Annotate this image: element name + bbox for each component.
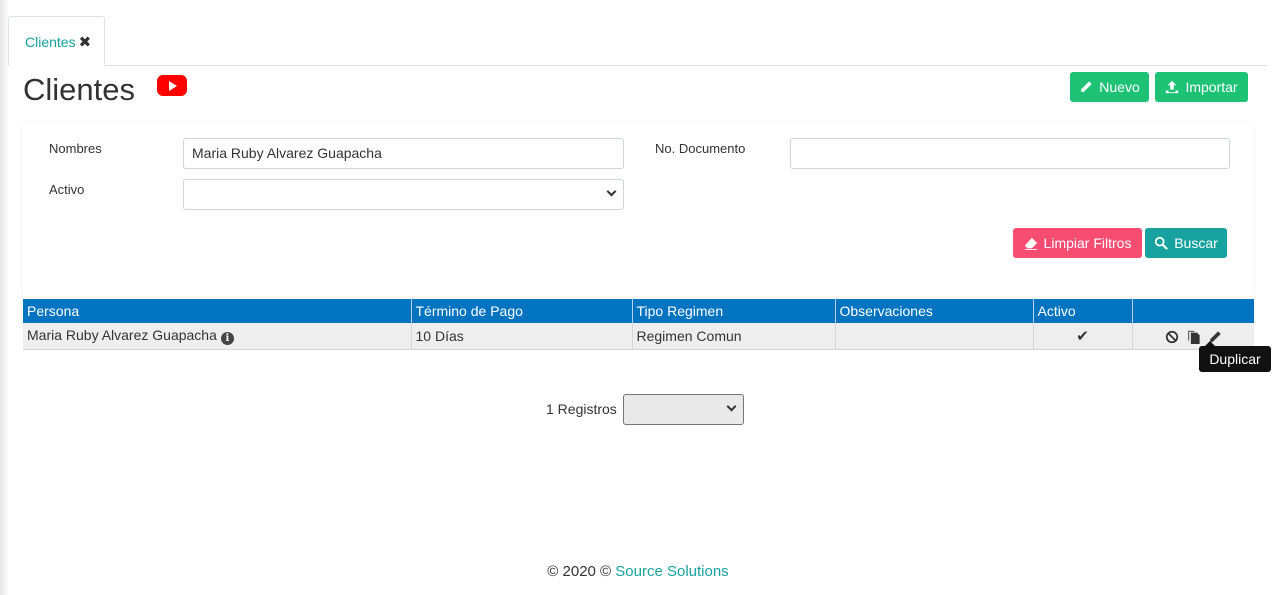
documento-input[interactable] bbox=[790, 138, 1230, 169]
buscar-label: Buscar bbox=[1174, 235, 1218, 251]
cell-persona: Maria Ruby Alvarez Guapacha i bbox=[23, 323, 412, 350]
table-row[interactable]: Maria Ruby Alvarez Guapacha i 10 Días Reg… bbox=[23, 323, 1254, 350]
clients-table: Persona Término de Pago Tipo Regimen Obs… bbox=[23, 299, 1254, 350]
column-header-termino[interactable]: Término de Pago bbox=[411, 299, 633, 323]
eraser-icon bbox=[1024, 237, 1037, 250]
column-header-activo[interactable]: Activo bbox=[1033, 299, 1133, 323]
cell-regimen: Regimen Comun bbox=[632, 323, 836, 350]
cell-termino: 10 Días bbox=[411, 323, 633, 350]
limpiar-label: Limpiar Filtros bbox=[1043, 235, 1132, 251]
importar-label: Importar bbox=[1185, 79, 1238, 95]
duplicar-tooltip: Duplicar bbox=[1199, 341, 1271, 372]
cell-observaciones bbox=[835, 323, 1034, 350]
nuevo-button[interactable]: Nuevo bbox=[1070, 72, 1149, 102]
column-header-regimen[interactable]: Tipo Regimen bbox=[632, 299, 836, 323]
search-icon bbox=[1155, 236, 1169, 250]
table-header-row: Persona Término de Pago Tipo Regimen Obs… bbox=[23, 299, 1254, 323]
chevron-down-icon bbox=[726, 401, 737, 412]
tab-label: Clientes bbox=[25, 34, 76, 50]
documento-label: No. Documento bbox=[655, 141, 746, 156]
importar-button[interactable]: Importar bbox=[1155, 72, 1248, 102]
page-size-select[interactable] bbox=[623, 394, 744, 425]
registros-count: 1 Registros bbox=[546, 401, 617, 417]
filter-panel: Nombres Maria Ruby Alvarez Guapacha No. … bbox=[23, 121, 1253, 296]
info-icon[interactable]: i bbox=[220, 331, 234, 345]
activo-select[interactable] bbox=[183, 179, 624, 210]
buscar-button[interactable]: Buscar bbox=[1145, 228, 1227, 258]
footer-copyright: © 2020 © bbox=[547, 563, 616, 580]
nombres-input[interactable]: Maria Ruby Alvarez Guapacha bbox=[183, 138, 624, 169]
page-title: Clientes bbox=[23, 72, 135, 107]
nuevo-label: Nuevo bbox=[1099, 79, 1140, 95]
footer: © 2020 © Source Solutions bbox=[0, 563, 1276, 580]
limpiar-filtros-button[interactable]: Limpiar Filtros bbox=[1013, 228, 1142, 258]
chevron-down-icon bbox=[606, 186, 617, 197]
check-icon: ✔ bbox=[1076, 327, 1089, 345]
column-header-actions bbox=[1132, 299, 1254, 323]
upload-icon bbox=[1166, 80, 1179, 94]
nombres-label: Nombres bbox=[49, 141, 102, 156]
window-edge-shadow bbox=[0, 0, 8, 595]
persona-name: Maria Ruby Alvarez Guapacha bbox=[27, 326, 217, 343]
cell-activo: ✔ bbox=[1033, 323, 1133, 350]
youtube-icon[interactable] bbox=[157, 75, 187, 96]
ban-icon[interactable] bbox=[1165, 330, 1179, 344]
source-solutions-link[interactable]: Source Solutions bbox=[615, 563, 728, 580]
tab-bar: Clientes ✖ bbox=[8, 16, 1268, 66]
close-icon[interactable]: ✖ bbox=[79, 34, 92, 51]
tab-clientes[interactable]: Clientes ✖ bbox=[8, 16, 105, 66]
column-header-observaciones[interactable]: Observaciones bbox=[835, 299, 1034, 323]
activo-label: Activo bbox=[49, 182, 85, 197]
column-header-persona[interactable]: Persona bbox=[23, 299, 412, 323]
copy-icon[interactable] bbox=[1187, 330, 1200, 344]
pencil-icon bbox=[1081, 81, 1092, 92]
